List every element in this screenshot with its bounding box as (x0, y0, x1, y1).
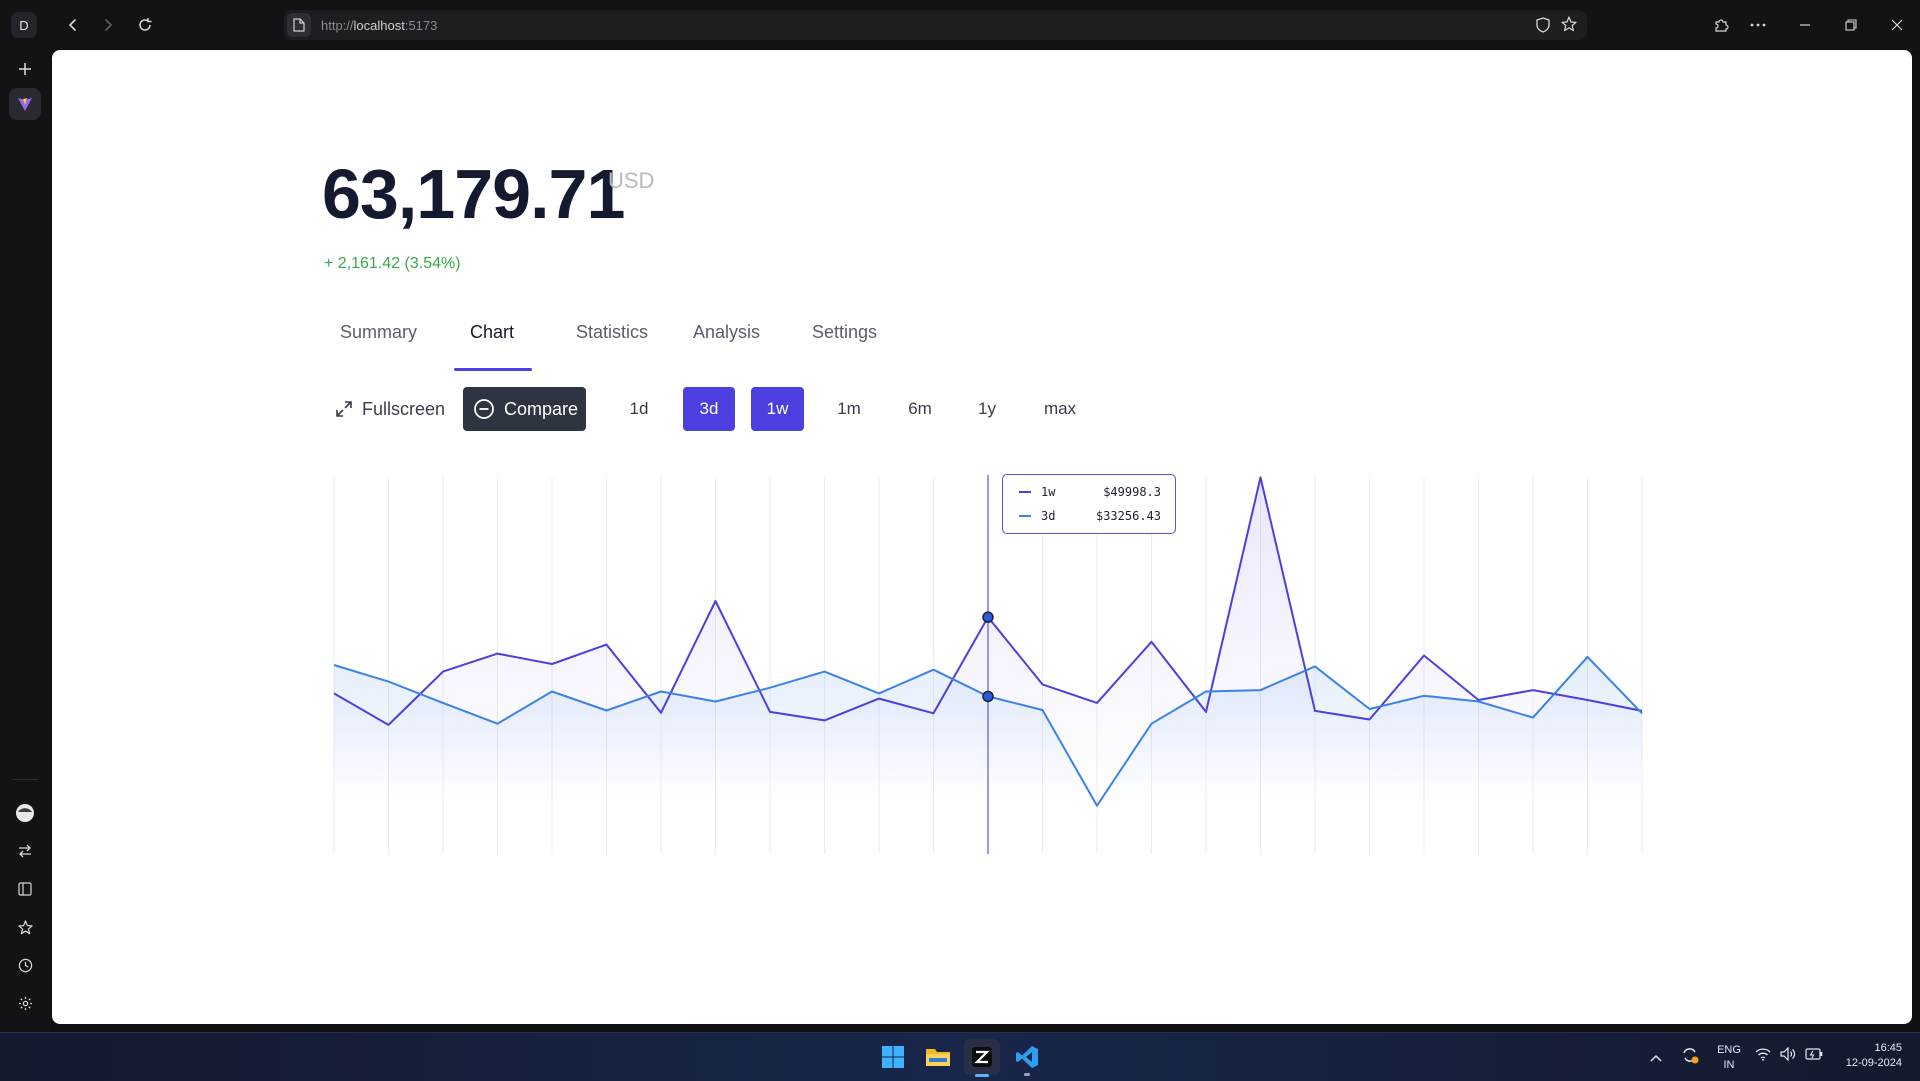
page-viewport: 63,179.71 USD + 2,161.42 (3.54%) Summary… (52, 50, 1912, 1024)
back-arrow-icon (68, 19, 76, 31)
active-app-indicator (975, 1074, 989, 1077)
more-dots-icon (1750, 23, 1766, 27)
vite-logo-icon (18, 98, 32, 111)
star-icon (17, 919, 33, 934)
hover-point-3d (982, 690, 994, 703)
menu-button[interactable] (1746, 13, 1770, 37)
url-port: :5173 (404, 18, 438, 33)
update-tray-button[interactable] (1680, 1045, 1700, 1070)
tooltip-series-value: $49998.3 (1103, 485, 1161, 499)
series-swatch-3d (1019, 515, 1031, 517)
reload-icon (139, 18, 152, 31)
tooltip-row: 1w $49998.3 (1019, 484, 1161, 500)
tooltip-row: 3d $33256.43 (1019, 508, 1161, 524)
tracking-protection-button[interactable] (1536, 17, 1550, 38)
url-host: localhost (353, 18, 405, 33)
forward-arrow-icon (105, 19, 113, 31)
puzzle-icon (1715, 19, 1729, 32)
page-icon (293, 18, 305, 32)
folder-icon (926, 1049, 950, 1066)
hover-point-1w (982, 611, 994, 623)
reload-button[interactable] (133, 13, 157, 37)
clock[interactable]: 16:45 12-09-2024 (1832, 1041, 1902, 1071)
zed-editor-button[interactable] (964, 1039, 1000, 1077)
plus-icon (19, 63, 31, 75)
restore-button[interactable] (1839, 13, 1863, 37)
price-chart[interactable] (52, 50, 1912, 1024)
gear-icon (18, 996, 32, 1010)
swap-arrows-icon (19, 844, 31, 858)
minimize-button[interactable] (1793, 13, 1817, 37)
windows-logo-icon (882, 1046, 904, 1068)
sidebar-app-button[interactable] (9, 797, 41, 829)
vscode-logo-icon (1016, 1046, 1038, 1068)
profile-button[interactable]: D (11, 12, 37, 38)
star-icon (1561, 16, 1577, 32)
tooltip-series-name: 3d (1041, 509, 1056, 523)
address-bar[interactable]: http://localhost:5173 (284, 10, 1587, 40)
chart-tooltip: 1w $49998.3 3d $33256.43 (1002, 474, 1176, 534)
running-app-indicator (1024, 1073, 1030, 1076)
browser-toolbar: D http://localhost:5173 (0, 0, 1920, 50)
input-language-indicator[interactable]: ENG IN (1714, 1043, 1744, 1073)
forward-button[interactable] (96, 13, 120, 37)
show-hidden-icons-button[interactable] (1650, 1049, 1662, 1067)
minimize-icon (1800, 24, 1810, 26)
os-taskbar: ENG IN 16:45 12-09-2024 (0, 1032, 1920, 1081)
vite-tab[interactable] (9, 88, 41, 120)
clock-time: 16:45 (1874, 1042, 1902, 1054)
chevron-up-icon (1650, 1055, 1662, 1062)
restore-icon (1845, 19, 1857, 31)
sync-update-icon (1683, 1048, 1699, 1064)
close-window-button[interactable] (1885, 13, 1909, 37)
url-text[interactable]: http://localhost:5173 (321, 18, 437, 33)
clock-date: 12-09-2024 (1845, 1057, 1902, 1069)
series-swatch-1w (1019, 491, 1031, 493)
zed-logo-icon (972, 1047, 992, 1067)
volume-icon (1780, 1047, 1796, 1061)
system-tray-status[interactable] (1755, 1047, 1823, 1061)
bookmark-button[interactable] (1561, 16, 1577, 37)
sidebar-panel-icon (18, 882, 32, 896)
browser-sidebar (0, 50, 50, 1032)
sync-tabs-button[interactable] (9, 835, 41, 867)
shield-icon (1536, 17, 1550, 33)
url-scheme: http:// (321, 18, 354, 33)
file-explorer-button[interactable] (920, 1039, 956, 1075)
language-code: ENG (1717, 1044, 1741, 1056)
new-tab-button[interactable] (9, 53, 41, 85)
bookmarks-button[interactable] (9, 911, 41, 943)
region-code: IN (1723, 1059, 1735, 1071)
settings-button[interactable] (9, 987, 41, 1019)
tooltip-series-name: 1w (1041, 485, 1056, 499)
sidebar-divider (12, 779, 38, 780)
wifi-icon (1755, 1048, 1771, 1061)
tooltip-series-value: $33256.43 (1095, 509, 1161, 523)
page-info-button[interactable] (287, 13, 311, 37)
app-circle-icon (16, 804, 34, 822)
clock-icon (18, 958, 32, 972)
history-button[interactable] (9, 949, 41, 981)
extensions-button[interactable] (1709, 13, 1733, 37)
start-button[interactable] (875, 1039, 911, 1075)
back-button[interactable] (61, 13, 85, 37)
vscode-button[interactable] (1009, 1039, 1045, 1076)
battery-icon (1805, 1048, 1823, 1060)
sidebar-panel-button[interactable] (9, 873, 41, 905)
close-icon (1891, 19, 1903, 31)
